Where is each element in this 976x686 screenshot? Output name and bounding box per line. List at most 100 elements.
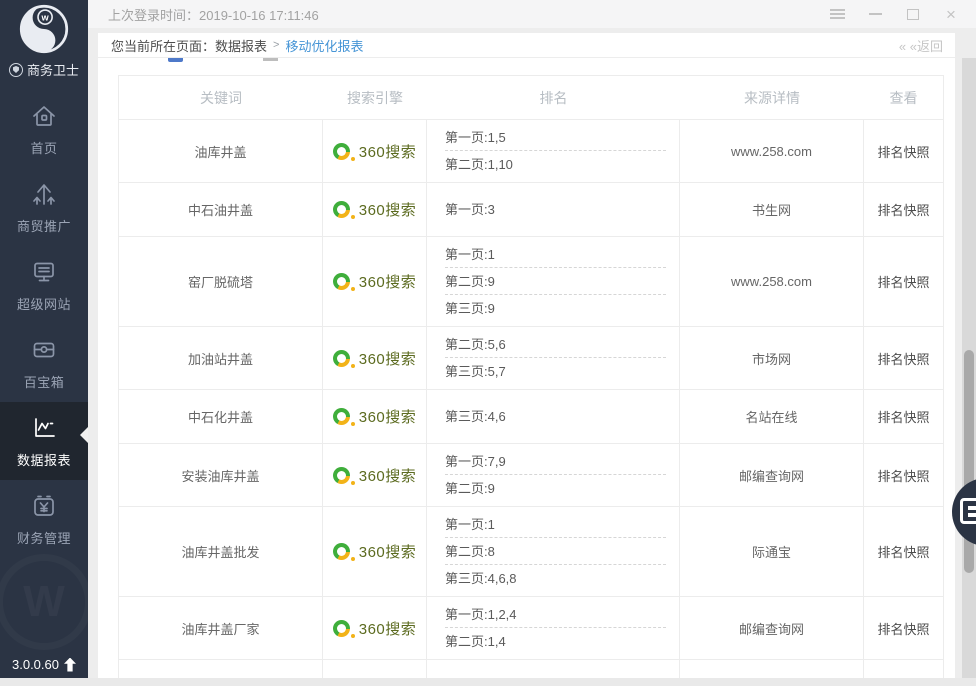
ranking-cell: 第一页:1第二页:8第三页:4,6,8 <box>427 507 680 596</box>
360-ring-icon <box>333 273 350 290</box>
sidebar-item-label: 财务管理 <box>17 528 71 547</box>
ranking-entry: 第二页:5,6 <box>445 331 666 358</box>
sidebar-item-reports[interactable]: 数据报表 <box>0 402 88 480</box>
ranking-cell: 第一页:3 <box>427 183 680 236</box>
sidebar: w 商务卫士 首页 商贸推广 <box>0 0 88 678</box>
sidebar-item-home[interactable]: 首页 <box>0 90 88 168</box>
ranking-cell: 第一页:1第二页:9第三页:9 <box>427 237 680 326</box>
ranking-entry: 第三页:9 <box>445 295 666 322</box>
source-cell: 邮编查询网 <box>680 597 864 659</box>
engine-cell: 360搜索 <box>323 327 427 389</box>
source-cell: 名站在线 <box>680 390 864 443</box>
column-header-rank: 排名 <box>427 88 680 108</box>
menu-icon[interactable] <box>818 0 856 28</box>
qr-code-icon <box>960 498 976 524</box>
sidebar-item-promotion[interactable]: 商贸推广 <box>0 168 88 246</box>
engine-label: 360搜索 <box>359 199 417 220</box>
brand: 商务卫士 <box>0 60 88 79</box>
360-dot-icon <box>351 634 355 638</box>
view-snapshot-link[interactable]: 排名快照 <box>864 390 943 443</box>
360-dot-icon <box>351 215 355 219</box>
table-row: 中石油井盖 360搜索 第一页:3 书生网 排名快照 <box>119 183 943 237</box>
keyword-cell: 窑厂脱硫塔 <box>119 237 323 326</box>
table-body: 油库井盖 360搜索 第一页:1,5第二页:1,10 www.258.com 排… <box>119 120 943 660</box>
app-logo-icon: w <box>18 3 70 55</box>
sidebar-item-website[interactable]: 超级网站 <box>0 246 88 324</box>
vertical-scrollbar[interactable] <box>962 58 976 686</box>
ranking-entry: 第一页:1,5 <box>445 124 666 151</box>
engine-360-logo: 360搜索 <box>333 141 417 162</box>
view-snapshot-link[interactable]: 排名快照 <box>864 120 943 182</box>
update-arrow-icon[interactable] <box>64 658 76 672</box>
promotion-icon <box>29 179 59 209</box>
source-cell: www.258.com <box>680 237 864 326</box>
engine-cell: 360搜索 <box>323 237 427 326</box>
maximize-button[interactable] <box>894 0 932 28</box>
view-snapshot-link[interactable]: 排名快照 <box>864 597 943 659</box>
source-cell: www.258.com <box>680 120 864 182</box>
breadcrumb-prefix: 您当前所在页面：数据报表 <box>111 36 267 55</box>
sidebar-item-toolbox[interactable]: 百宝箱 <box>0 324 88 402</box>
view-snapshot-link[interactable]: 排名快照 <box>864 327 943 389</box>
table-row: 油库井盖 360搜索 第一页:1,5第二页:1,10 www.258.com 排… <box>119 120 943 183</box>
clipped-filter-fragment-gray <box>263 58 278 61</box>
ranking-entry: 第三页:4,6 <box>445 403 666 430</box>
window-bottom-edge <box>0 678 976 686</box>
keyword-cell: 油库井盖厂家 <box>119 597 323 659</box>
engine-cell: 360搜索 <box>323 390 427 443</box>
view-snapshot-link[interactable]: 排名快照 <box>864 507 943 596</box>
view-snapshot-link[interactable]: 排名快照 <box>864 237 943 326</box>
close-button[interactable]: × <box>932 0 970 28</box>
table-row: 窑厂脱硫塔 360搜索 第一页:1第二页:9第三页:9 www.258.com … <box>119 237 943 327</box>
sidebar-item-label: 百宝箱 <box>24 372 65 391</box>
engine-360-logo: 360搜索 <box>333 348 417 369</box>
ranking-list: 第二页:5,6第三页:5,7 <box>445 331 666 385</box>
ranking-entry: 第三页:5,7 <box>445 358 666 385</box>
breadcrumb-separator: > <box>273 39 279 51</box>
ranking-table: 关键词 搜索引擎 排名 来源详情 查看 油库井盖 360搜索 第一页:1,5第二… <box>118 75 944 678</box>
ranking-entry: 第一页:1,2,4 <box>445 601 666 628</box>
clipped-filter-fragment-blue <box>168 58 183 62</box>
360-ring-icon <box>333 201 350 218</box>
maximize-icon <box>907 9 919 20</box>
sidebar-item-finance[interactable]: 财务管理 <box>0 480 88 558</box>
svg-text:w: w <box>41 12 50 22</box>
engine-cell: 360搜索 <box>323 183 427 236</box>
column-header-engine: 搜索引擎 <box>323 88 427 108</box>
sidebar-nav: 首页 商贸推广 超级网站 <box>0 90 88 558</box>
engine-label: 360搜索 <box>359 541 417 562</box>
engine-360-logo: 360搜索 <box>333 541 417 562</box>
last-login-text: 上次登录时间：2019-10-16 17:11:46 <box>108 5 319 24</box>
keyword-cell: 油库井盖 <box>119 120 323 182</box>
minimize-button[interactable] <box>856 0 894 28</box>
engine-label: 360搜索 <box>359 406 417 427</box>
keyword-cell: 加油站井盖 <box>119 327 323 389</box>
ranking-list: 第一页:1,2,4第二页:1,4 <box>445 601 666 655</box>
engine-360-logo: 360搜索 <box>333 271 417 292</box>
return-link[interactable]: « «返回 <box>899 36 943 55</box>
breadcrumb-current-link[interactable]: 移动优化报表 <box>285 36 363 55</box>
table-row-partial <box>119 660 943 678</box>
ranking-entry: 第一页:1 <box>445 241 666 268</box>
window-controls: × <box>818 0 970 28</box>
ranking-cell: 第一页:1,5第二页:1,10 <box>427 120 680 182</box>
table-row: 油库井盖批发 360搜索 第一页:1第二页:8第三页:4,6,8 际通宝 排名快… <box>119 507 943 597</box>
ranking-list: 第一页:7,9第二页:9 <box>445 448 666 502</box>
engine-cell: 360搜索 <box>323 597 427 659</box>
sidebar-item-label: 商贸推广 <box>17 216 71 235</box>
app-window: 上次登录时间：2019-10-16 17:11:46 × w 商务卫 <box>0 0 976 686</box>
engine-360-logo: 360搜索 <box>333 406 417 427</box>
view-snapshot-link[interactable]: 排名快照 <box>864 183 943 236</box>
ranking-cell: 第三页:4,6 <box>427 390 680 443</box>
column-header-keyword: 关键词 <box>119 88 323 108</box>
keyword-cell: 安装油库井盖 <box>119 444 323 506</box>
engine-360-logo: 360搜索 <box>333 618 417 639</box>
ranking-entry: 第一页:1 <box>445 511 666 538</box>
engine-360-logo: 360搜索 <box>333 199 417 220</box>
view-snapshot-link[interactable]: 排名快照 <box>864 444 943 506</box>
sidebar-item-label: 超级网站 <box>17 294 71 313</box>
engine-label: 360搜索 <box>359 348 417 369</box>
shield-icon <box>9 63 23 77</box>
report-panel: 关键词 搜索引擎 排名 来源详情 查看 油库井盖 360搜索 第一页:1,5第二… <box>98 58 955 678</box>
engine-label: 360搜索 <box>359 465 417 486</box>
